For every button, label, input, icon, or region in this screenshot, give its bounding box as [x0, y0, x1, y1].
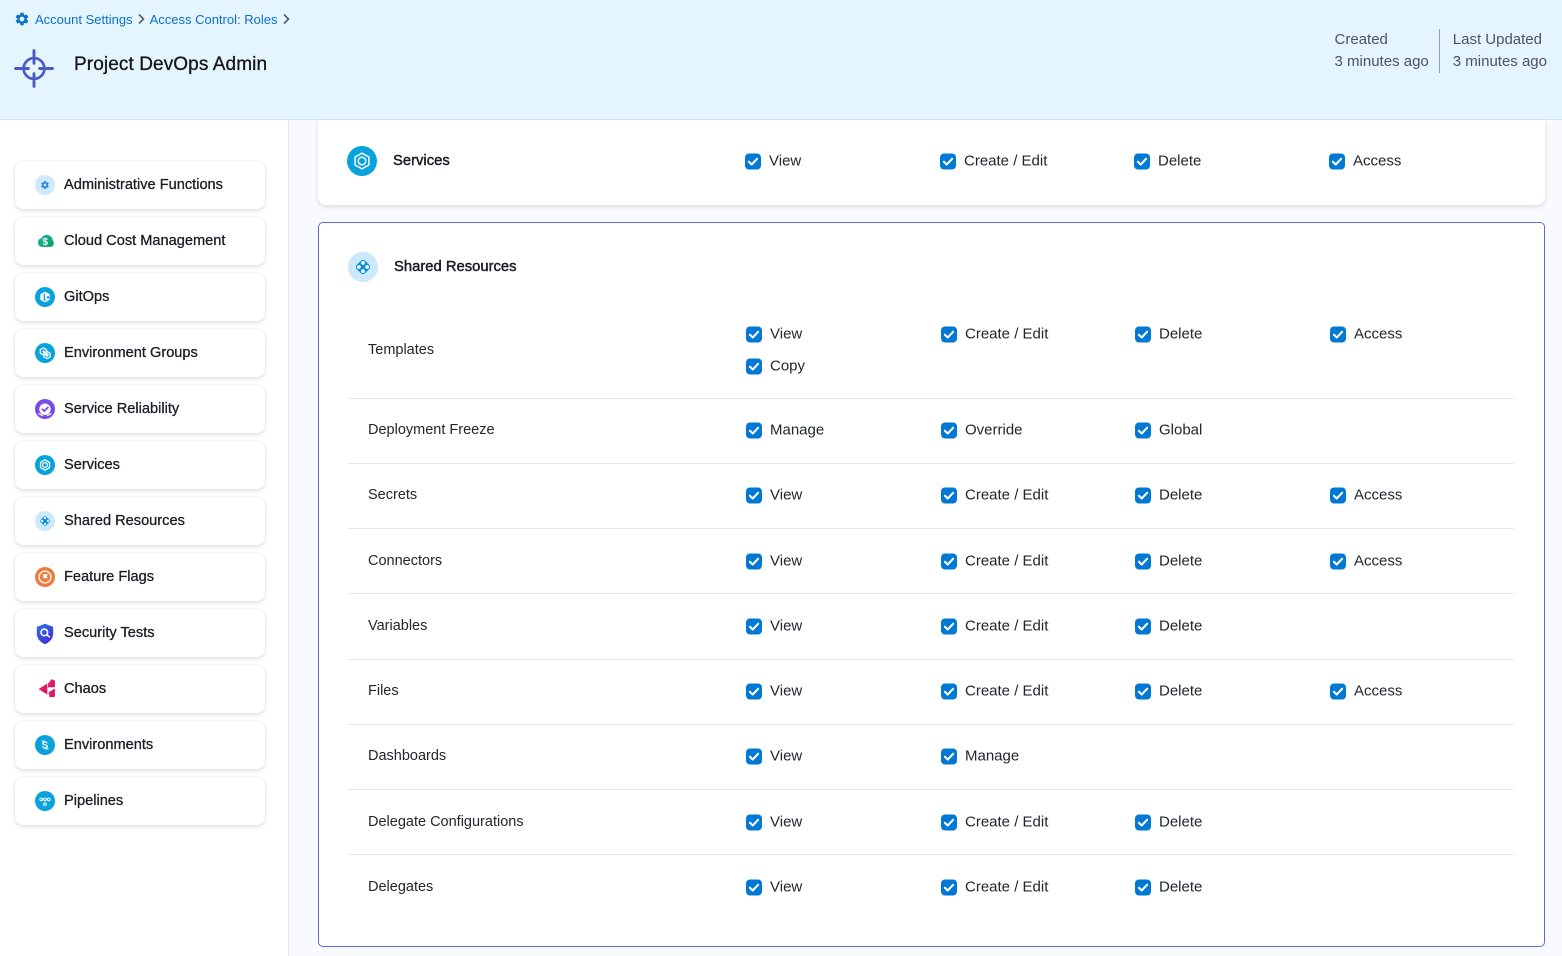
svg-text:S: S	[42, 741, 49, 752]
svg-text:$: $	[43, 237, 49, 248]
